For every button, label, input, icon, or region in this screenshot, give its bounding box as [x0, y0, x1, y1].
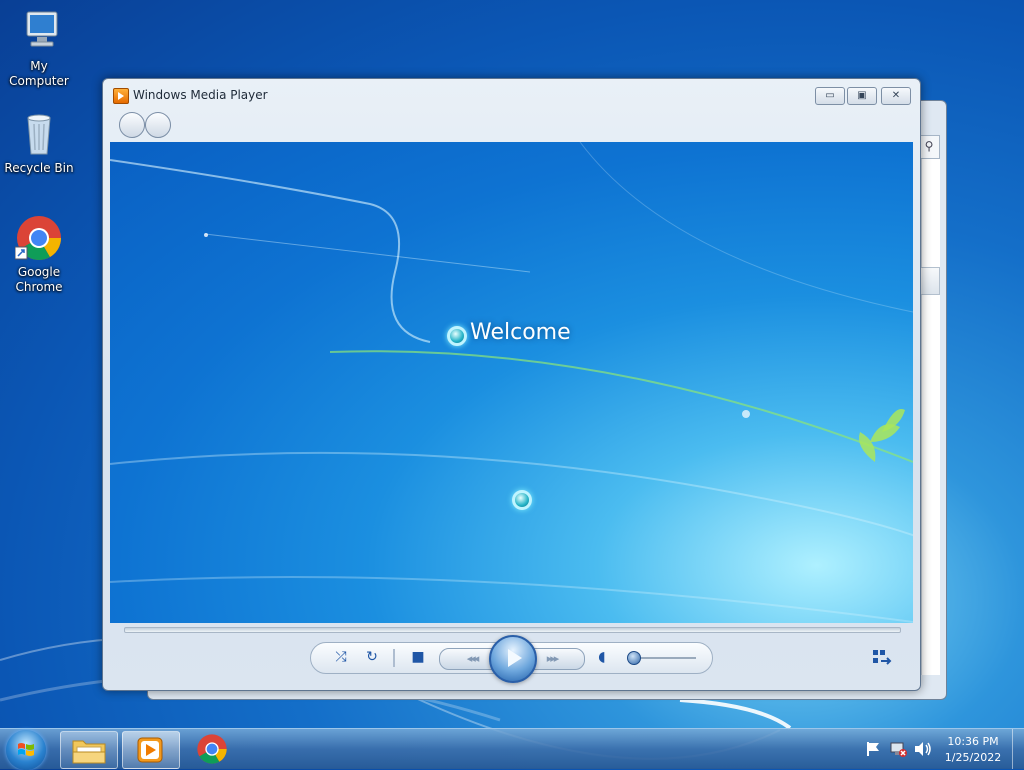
shuffle-button[interactable]: ⤮ — [331, 649, 351, 665]
volume-icon[interactable] — [914, 741, 932, 757]
background-window-scrollbar — [921, 135, 940, 675]
back-button[interactable] — [119, 112, 145, 138]
clock-date[interactable]: 1/25/2022 — [937, 750, 1009, 765]
media-player-icon — [113, 88, 129, 104]
volume-slider-handle[interactable] — [627, 651, 641, 665]
taskbar-google-chrome[interactable] — [196, 733, 228, 765]
computer-icon — [15, 8, 63, 56]
recycle-bin-icon — [15, 110, 63, 158]
background-window-button[interactable] — [920, 267, 940, 295]
desktop-icon-label: My Computer — [9, 59, 69, 88]
maximize-button[interactable]: ▣ — [847, 87, 877, 105]
chrome-icon — [14, 214, 63, 262]
seek-bar[interactable] — [124, 627, 901, 633]
repeat-button[interactable]: ↻ — [362, 649, 382, 665]
clock-time[interactable]: 10:36 PM — [937, 734, 1009, 749]
video-background-art — [110, 142, 913, 623]
search-icon[interactable]: ⚲ — [918, 135, 940, 159]
taskbar: 10:36 PM 1/25/2022 — [0, 728, 1024, 770]
window-title: Windows Media Player — [133, 88, 268, 102]
media-player-icon — [137, 737, 163, 763]
divider — [393, 649, 395, 667]
desktop-icon-recycle-bin[interactable]: Recycle Bin — [1, 110, 77, 176]
switch-to-library-icon[interactable] — [873, 649, 893, 665]
volume-slider[interactable] — [632, 657, 696, 659]
playback-controls: ⤮ ↻ ■ ◂◂◂ ▸▸▸ ◖ — [310, 635, 713, 683]
taskbar-windows-media-player[interactable] — [122, 731, 180, 769]
title-bar[interactable]: Windows Media Player ▭ ▣ ✕ — [103, 79, 920, 111]
welcome-text: Welcome — [470, 320, 571, 345]
desktop-icon-label: Recycle Bin — [4, 161, 74, 175]
loading-spinner-icon — [512, 490, 532, 510]
folder-icon — [72, 740, 106, 764]
desktop-icon-label: Google Chrome — [15, 265, 63, 294]
network-icon[interactable] — [890, 740, 908, 758]
close-button[interactable]: ✕ — [881, 87, 911, 105]
windows-logo-icon — [18, 743, 34, 756]
play-button[interactable] — [489, 635, 537, 683]
start-button[interactable] — [6, 730, 46, 770]
media-player-window[interactable]: Windows Media Player ▭ ▣ ✕ Welcome ⤮ ↻ ■… — [102, 78, 921, 691]
loading-spinner-icon — [447, 326, 467, 346]
desktop-icon-google-chrome[interactable]: Google Chrome — [1, 214, 77, 295]
minimize-button[interactable]: ▭ — [815, 87, 845, 105]
action-center-flag-icon[interactable] — [866, 741, 882, 757]
video-area[interactable]: Welcome — [110, 142, 913, 623]
taskbar-windows-explorer[interactable] — [60, 731, 118, 769]
desktop-icon-my-computer[interactable]: My Computer — [1, 8, 77, 89]
mute-button[interactable]: ◖ — [594, 649, 610, 665]
show-desktop-button[interactable] — [1012, 729, 1024, 769]
stop-button[interactable]: ■ — [408, 649, 428, 665]
forward-button[interactable] — [145, 112, 171, 138]
chrome-icon — [197, 734, 227, 764]
